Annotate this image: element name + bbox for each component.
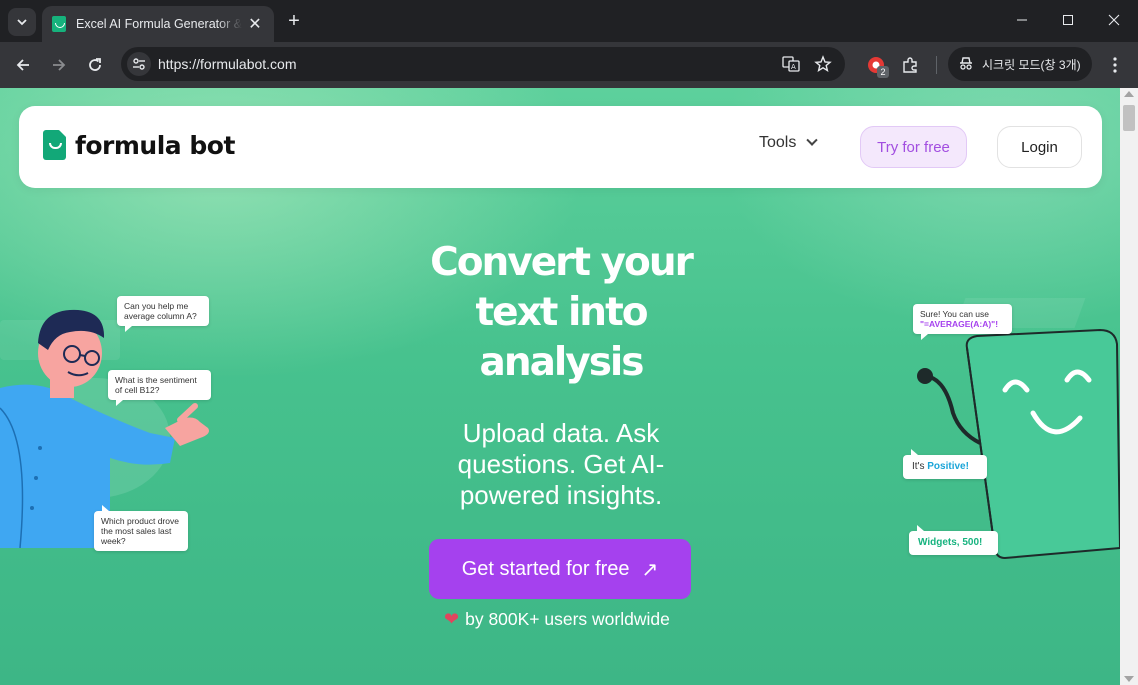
page-viewport: formula bot Tools Try for free Login Con…	[0, 88, 1120, 685]
hero-title-line: analysis	[479, 340, 645, 385]
maximize-icon	[1063, 15, 1073, 25]
chat-bubble-question: What is the sentiment of cell B12?	[108, 370, 211, 406]
tune-icon	[133, 58, 145, 70]
site-header: formula bot Tools Try for free Login	[19, 106, 1102, 188]
browser-tab-bar: Excel AI Formula Generator & ... ✕ +	[0, 0, 1138, 42]
extensions-menu-button[interactable]	[895, 50, 925, 80]
cta-label: Get started for free	[461, 557, 630, 580]
puzzle-icon	[903, 57, 917, 73]
incognito-label: 시크릿 모드(창 3개)	[982, 57, 1081, 72]
chevron-down-icon	[17, 19, 27, 26]
close-window-button[interactable]	[1091, 0, 1137, 40]
page-scrollbar[interactable]	[1120, 88, 1138, 685]
answer-text: It's	[912, 461, 925, 472]
login-button[interactable]: Login	[997, 126, 1082, 168]
arrow-right-icon	[53, 59, 66, 71]
svg-text:A: A	[791, 63, 796, 71]
arrow-up-right-icon: ↗	[641, 558, 659, 581]
toolbar-separator	[936, 56, 937, 74]
person-illustration	[0, 309, 209, 548]
tools-label: Tools	[759, 134, 797, 151]
close-icon	[1108, 14, 1120, 26]
reload-button[interactable]	[80, 50, 110, 80]
answer-text: Sure! You can use	[920, 309, 990, 319]
hero-title-line: Convert your	[430, 240, 694, 285]
hero-subtitle: Upload data. Ask questions. Get AI-power…	[457, 418, 665, 510]
minimize-icon	[1017, 19, 1027, 21]
arrow-left-icon	[16, 59, 29, 71]
social-proof-text: by 800K+ users worldwide	[465, 609, 670, 629]
hero-title-line: text into	[475, 290, 648, 335]
heart-icon: ❤	[444, 609, 460, 629]
reload-icon	[89, 58, 101, 71]
answer-sentiment: Positive!	[927, 461, 969, 472]
minimize-button[interactable]	[999, 0, 1045, 40]
scroll-down-arrow-icon[interactable]	[1124, 676, 1134, 682]
incognito-icon	[960, 57, 972, 70]
extension-button[interactable]: 2	[861, 50, 891, 80]
formulabot-favicon-icon	[52, 16, 66, 32]
browser-toolbar: https://formulabot.com A 2 시크릿 모드(창 3개)	[0, 42, 1138, 88]
formulabot-logo-icon	[43, 130, 66, 160]
chat-bubble-question: Which product drove the most sales last …	[94, 505, 188, 551]
scroll-thumb[interactable]	[1123, 105, 1135, 131]
tab-title: Excel AI Formula Generator & ...	[76, 17, 242, 31]
bookmark-star-icon[interactable]	[813, 54, 833, 74]
hero-title: Convert your text into analysis	[390, 238, 732, 388]
new-tab-button[interactable]: +	[282, 9, 306, 33]
social-proof: ❤ by 800K+ users worldwide	[444, 609, 670, 630]
maximize-button[interactable]	[1045, 0, 1091, 40]
tools-menu-button[interactable]: Tools	[759, 134, 819, 152]
browser-menu-button[interactable]	[1100, 50, 1130, 80]
forward-button[interactable]	[44, 50, 74, 80]
tab-close-icon[interactable]: ✕	[246, 14, 264, 34]
tab-search-button[interactable]	[8, 8, 36, 36]
chevron-down-icon	[806, 134, 819, 146]
more-vert-icon	[1113, 57, 1117, 73]
chat-bubble-answer: Sure! You can use "=AVERAGE(A:A)"!	[913, 304, 1012, 340]
site-info-button[interactable]	[127, 52, 151, 76]
chat-bubble-question: Can you help me average column A?	[117, 296, 209, 332]
logo-text: formula bot	[75, 130, 235, 160]
url-text[interactable]: https://formulabot.com	[158, 56, 297, 72]
answer-product: Widgets, 500!	[918, 537, 983, 548]
get-started-button[interactable]: Get started for free ↗	[429, 539, 691, 599]
incognito-indicator[interactable]: 시크릿 모드(창 3개)	[948, 47, 1092, 81]
chat-bubble-answer: It's Positive!	[903, 449, 987, 479]
translate-icon[interactable]: A	[781, 54, 801, 74]
chat-bubble-answer: Widgets, 500!	[909, 525, 998, 555]
extension-badge: 2	[877, 66, 889, 78]
browser-tab-active[interactable]: Excel AI Formula Generator & ... ✕	[42, 6, 274, 42]
back-button[interactable]	[8, 50, 38, 80]
answer-formula: "=AVERAGE(A:A)"!	[920, 319, 999, 329]
scroll-up-arrow-icon[interactable]	[1124, 91, 1134, 97]
address-bar[interactable]: https://formulabot.com A	[121, 47, 845, 81]
try-for-free-button[interactable]: Try for free	[860, 126, 967, 168]
site-logo[interactable]: formula bot	[43, 130, 235, 160]
